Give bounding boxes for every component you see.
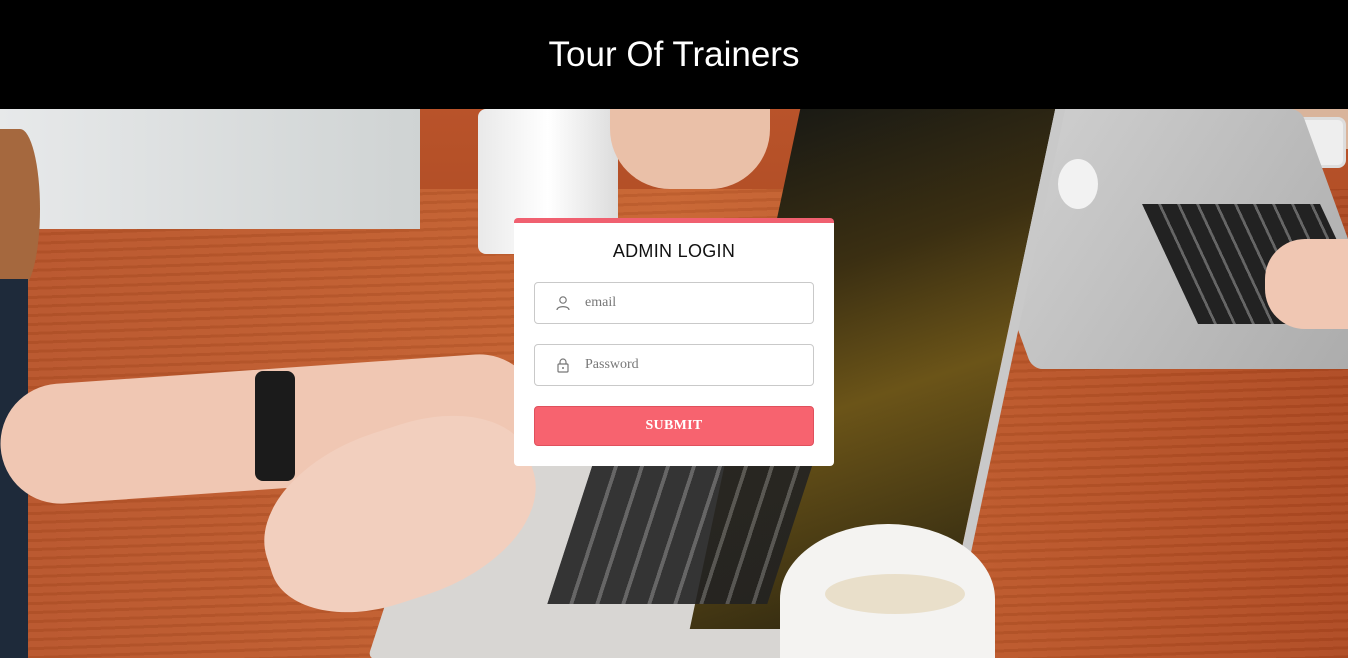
login-title: ADMIN LOGIN (612, 241, 736, 261)
password-field[interactable] (534, 344, 814, 386)
password-input[interactable] (585, 357, 785, 373)
email-field[interactable] (534, 282, 814, 324)
hand-right (1265, 239, 1348, 329)
hand-holding-phone (610, 109, 770, 189)
coffee-liquid (825, 574, 965, 614)
submit-button[interactable]: SUBMIT (534, 406, 814, 446)
hair-shape (0, 129, 40, 289)
lock-icon (553, 355, 573, 375)
apple-logo-icon (1058, 159, 1098, 209)
site-header: Tour Of Trainers (0, 0, 1348, 109)
site-title: Tour Of Trainers (548, 34, 800, 74)
email-input[interactable] (585, 295, 785, 311)
watch-shape (255, 371, 295, 481)
user-icon (553, 293, 573, 313)
wall-area (0, 109, 420, 229)
login-card: ADMIN LOGIN SUBMIT (514, 218, 834, 466)
laptop-keyboard (547, 464, 813, 604)
